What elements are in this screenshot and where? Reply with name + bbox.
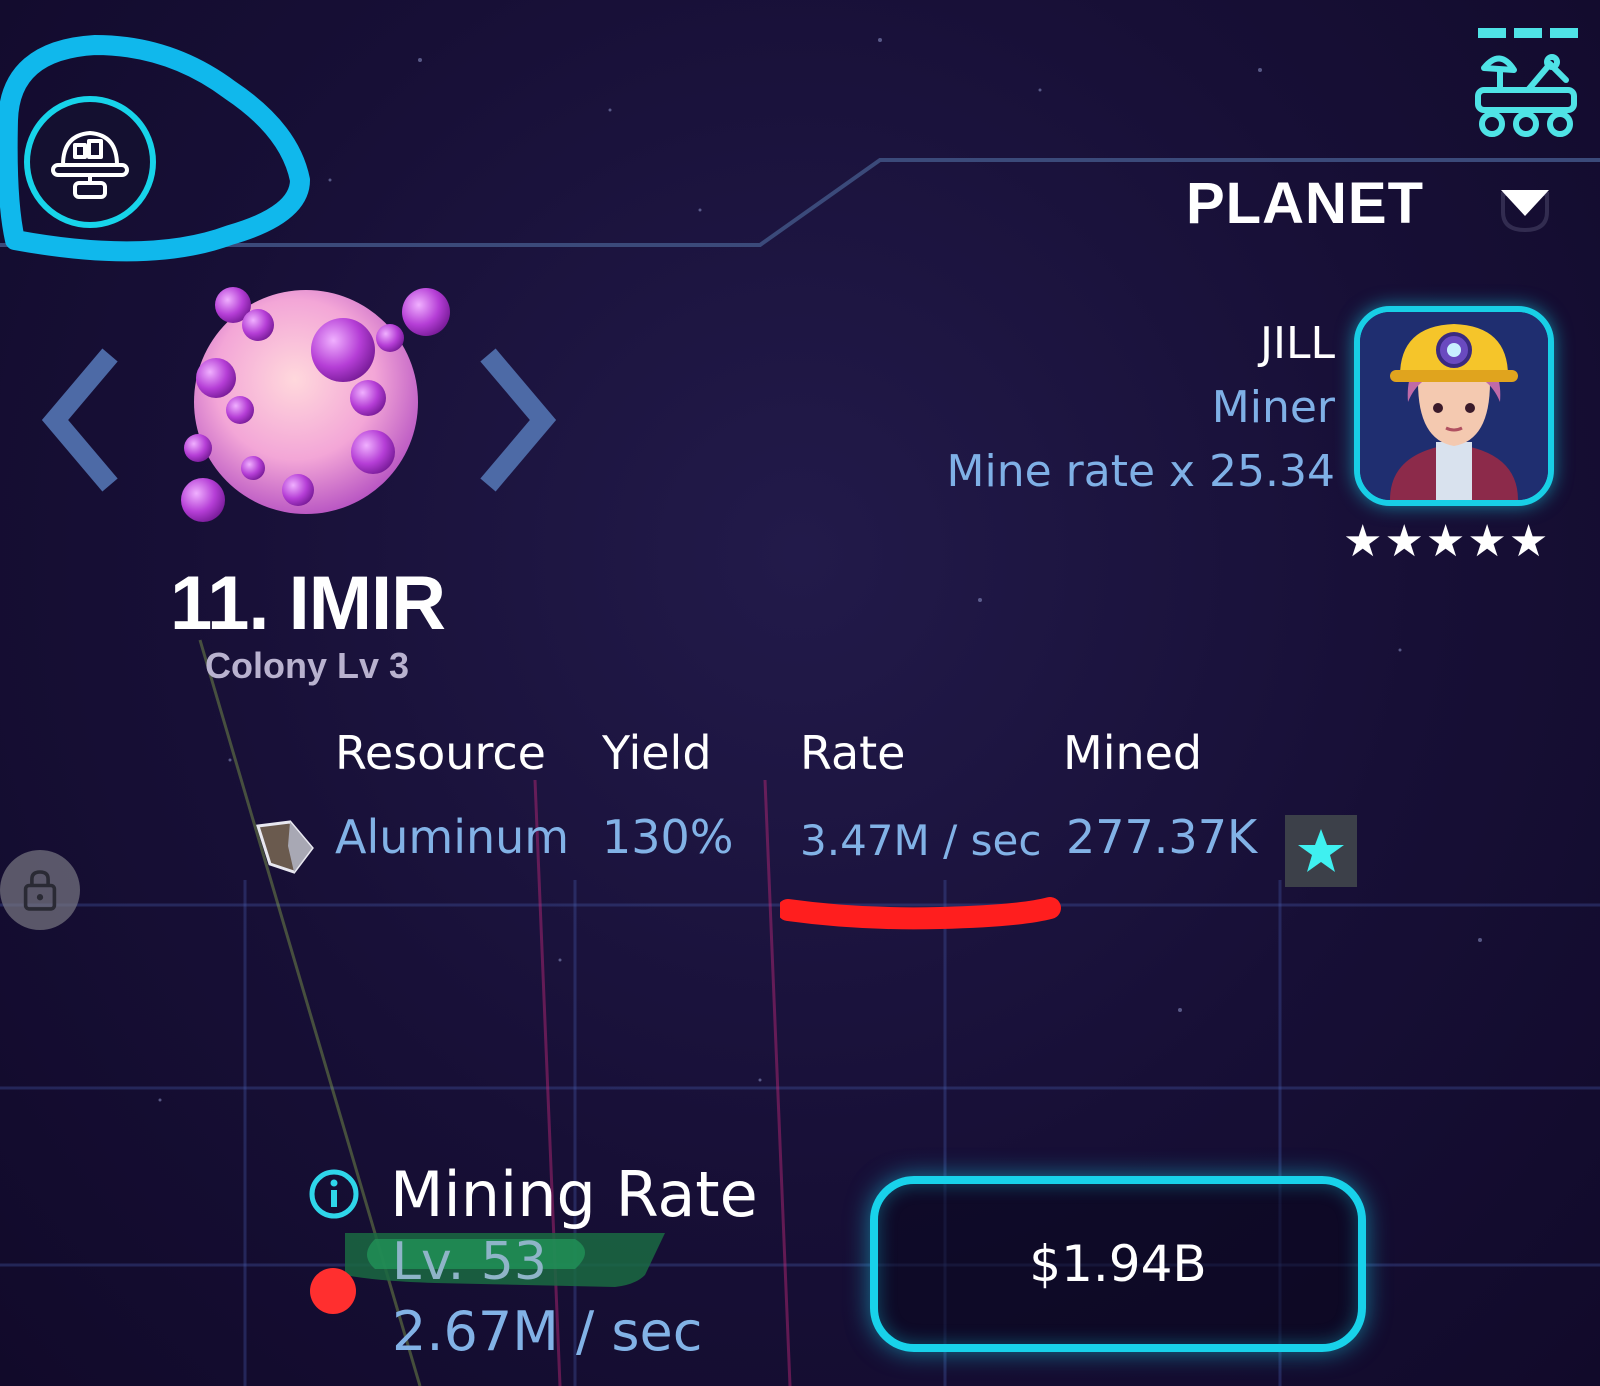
planet-image [181,287,450,522]
resource-mined: 277.37K [1066,810,1258,864]
mining-rate-level: Lv. 53 [392,1232,547,1292]
resource-yield: 130% [602,810,734,864]
rating-star-icon: ★ [1343,516,1383,567]
upgrade-cost: $1.94B [1029,1235,1207,1293]
lock-button[interactable] [0,850,80,930]
mining-rate-value: 2.67M / sec [392,1300,703,1363]
colony-icon [51,131,129,199]
rover-icon[interactable] [1470,28,1582,144]
star-icon [1298,829,1344,872]
dropdown-icon[interactable] [1495,184,1555,254]
rating-star-icon: ★ [1384,516,1424,567]
previous-planet-button[interactable] [40,345,120,495]
upgrade-mining-rate-button[interactable]: $1.94B [870,1176,1366,1352]
resource-name: Aluminum [335,810,570,864]
colony-level: Colony Lv 3 [205,645,410,686]
lock-icon [23,870,57,911]
rating-star-icon: ★ [1467,516,1507,567]
rating-star-icon: ★ [1508,516,1549,567]
resource-rate: 3.47M / sec [800,816,1042,865]
manager-name: JILL [1260,318,1335,369]
info-icon[interactable] [308,1168,360,1220]
manager-bonus: Mine rate x 25.34 [946,446,1335,497]
column-header-resource: Resource [335,726,546,780]
rate-underline-annotation [780,897,1061,930]
column-header-yield: Yield [602,726,712,780]
rating-star-icon: ★ [1425,516,1466,567]
next-planet-button[interactable] [478,345,558,495]
manager-rating: ★ ★ ★ ★ ★ [1343,520,1567,564]
manager-avatar [1360,312,1548,500]
colony-button[interactable] [24,96,156,228]
planet-name: 11. IMIR [170,561,446,646]
aluminum-ore-icon [256,820,314,874]
manager-role: Miner [1211,382,1335,433]
column-header-mined: Mined [1063,726,1203,780]
favorite-button[interactable] [1285,815,1357,887]
mining-rate-title: Mining Rate [390,1158,758,1231]
manager-avatar-button[interactable] [1354,306,1554,506]
notification-dot [310,1268,356,1314]
section-title[interactable]: PLANET [1186,170,1476,237]
column-header-rate: Rate [800,726,906,780]
